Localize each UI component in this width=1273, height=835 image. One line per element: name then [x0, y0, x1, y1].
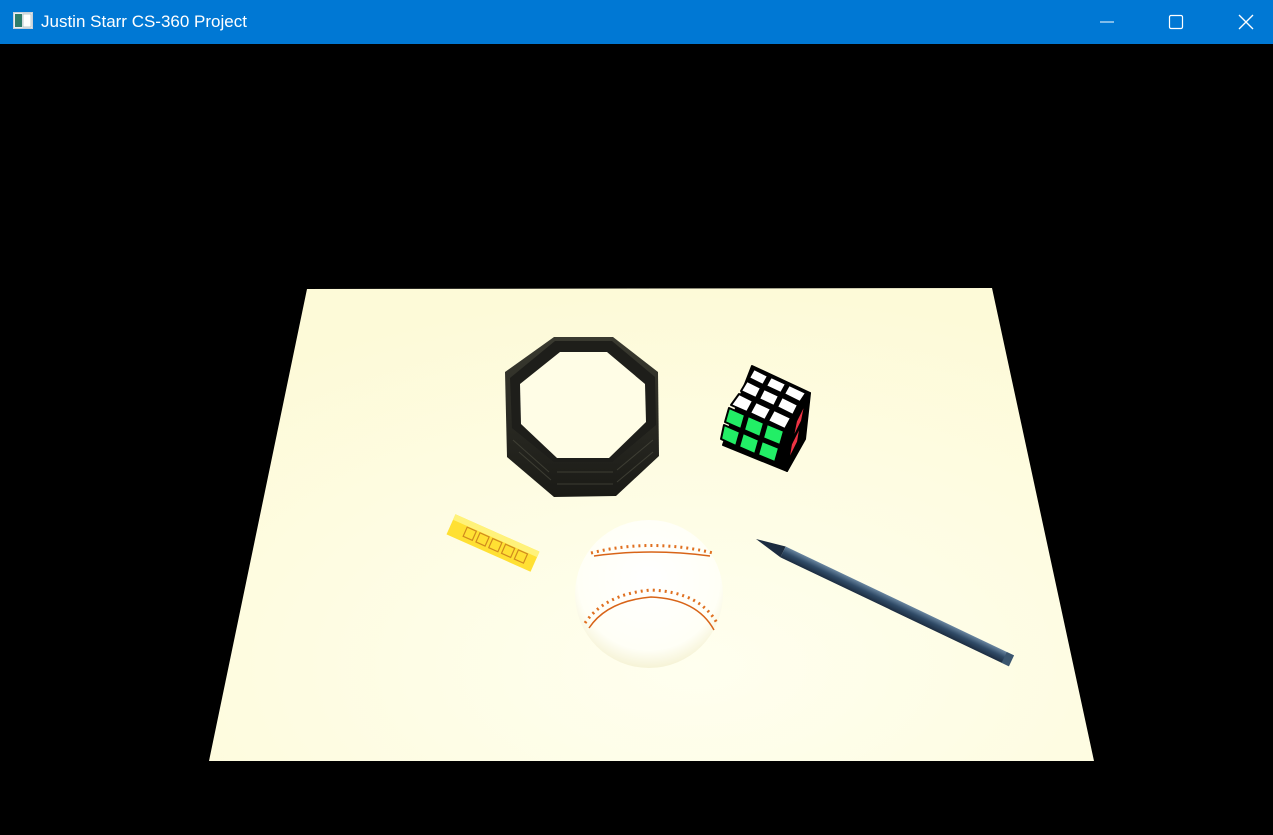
close-button[interactable] — [1211, 0, 1273, 44]
minimize-button[interactable] — [1072, 0, 1142, 44]
render-viewport[interactable] — [1, 44, 1272, 835]
maximize-icon — [1168, 14, 1184, 30]
3d-scene — [209, 288, 1094, 761]
minimize-icon — [1100, 21, 1114, 23]
app-icon — [13, 12, 33, 29]
baseball — [575, 520, 723, 668]
title-bar[interactable]: Justin Starr CS-360 Project — [0, 0, 1273, 44]
app-window: Justin Starr CS-360 Project — [0, 0, 1273, 835]
octagonal-holder — [505, 337, 659, 497]
maximize-button[interactable] — [1141, 0, 1211, 44]
window-title: Justin Starr CS-360 Project — [41, 12, 247, 31]
close-icon — [1238, 14, 1254, 30]
